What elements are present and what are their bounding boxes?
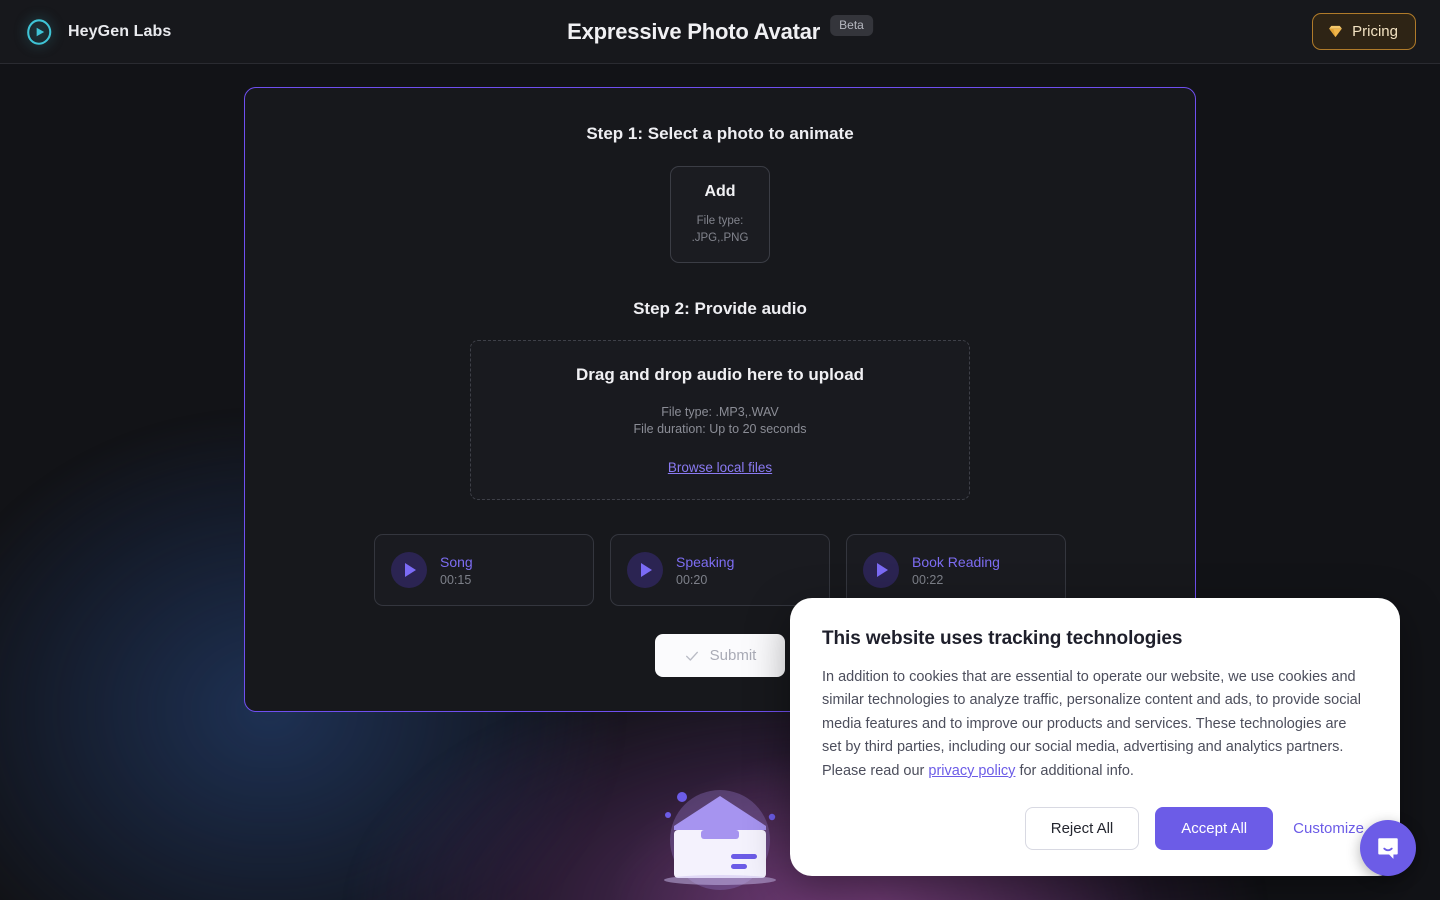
audio-sample-duration: 00:15 — [440, 572, 472, 587]
audio-sample-meta: Speaking 00:20 — [676, 554, 734, 587]
empty-inbox-illustration-icon — [664, 790, 776, 890]
page-title: Expressive Photo Avatar — [567, 18, 821, 44]
reject-all-button[interactable]: Reject All — [1024, 807, 1140, 851]
browse-local-files-link[interactable]: Browse local files — [668, 460, 772, 475]
cookie-banner-title: This website uses tracking technologies — [822, 628, 1183, 649]
add-photo-filetype-line1: File type: — [696, 215, 744, 228]
play-icon[interactable] — [863, 552, 899, 588]
dropzone-constraints: File type: .MP3,.WAV File duration: Up t… — [633, 404, 806, 438]
add-photo-filetype-line2: .JPG,.PNG — [691, 231, 749, 244]
add-photo-label: Add — [704, 183, 736, 201]
audio-sample-meta: Book Reading 00:22 — [912, 554, 1000, 587]
audio-sample-name: Song — [440, 553, 473, 570]
chat-bubble-icon — [1378, 838, 1398, 859]
add-photo-filetype: File type: .JPG,.PNG — [692, 213, 749, 246]
beta-badge: Beta — [830, 15, 873, 36]
audio-dropzone[interactable]: Drag and drop audio here to upload File … — [470, 340, 970, 500]
pricing-label: Pricing — [1352, 23, 1398, 40]
audio-samples-row: Song 00:15 Speaking 00:20 Book Reading 0… — [285, 534, 1155, 606]
cookie-consent-banner: This website uses tracking technologies … — [790, 598, 1400, 877]
submit-label: Submit — [709, 647, 757, 664]
app-header: HeyGen Labs Expressive Photo Avatar Beta… — [0, 0, 1440, 64]
step1-title: Step 1: Select a photo to animate — [586, 124, 854, 143]
audio-sample-duration: 00:20 — [676, 572, 708, 587]
audio-sample-card[interactable]: Speaking 00:20 — [610, 534, 830, 606]
audio-sample-duration: 00:22 — [912, 572, 944, 587]
brand-name: HeyGen Labs — [68, 22, 172, 40]
brand[interactable]: HeyGen Labs — [24, 17, 171, 47]
submit-button[interactable]: Submit — [654, 634, 786, 677]
gem-icon — [1329, 25, 1343, 38]
header-actions: Pricing — [1312, 13, 1416, 50]
add-photo-button[interactable]: Add File type: .JPG,.PNG — [670, 166, 770, 263]
cookie-banner-body-part2: for additional info. — [1015, 762, 1134, 779]
play-icon[interactable] — [391, 552, 427, 588]
check-icon — [685, 651, 698, 661]
heygen-play-logo-icon — [27, 18, 52, 45]
audio-sample-name: Book Reading — [912, 553, 1000, 570]
chat-launcher-button[interactable] — [1360, 820, 1416, 876]
dropzone-filetype: File type: .MP3,.WAV — [661, 405, 779, 420]
customize-button[interactable]: Customize — [1289, 814, 1368, 843]
audio-sample-card[interactable]: Book Reading 00:22 — [846, 534, 1066, 606]
accept-all-button[interactable]: Accept All — [1155, 807, 1274, 851]
step2-title: Step 2: Provide audio — [633, 299, 807, 318]
audio-sample-name: Speaking — [676, 553, 735, 570]
audio-sample-meta: Song 00:15 — [440, 554, 473, 587]
play-icon[interactable] — [627, 552, 663, 588]
dropzone-duration: File duration: Up to 20 seconds — [633, 422, 807, 436]
privacy-policy-link[interactable]: privacy policy — [928, 763, 1015, 779]
cookie-banner-actions: Reject All Accept All Customize — [822, 807, 1368, 851]
page-title-group: Expressive Photo Avatar Beta — [567, 15, 873, 45]
audio-sample-card[interactable]: Song 00:15 — [374, 534, 594, 606]
dropzone-title: Drag and drop audio here to upload — [575, 365, 865, 385]
cookie-banner-body: In addition to cookies that are essentia… — [822, 666, 1368, 783]
pricing-button[interactable]: Pricing — [1312, 13, 1416, 50]
